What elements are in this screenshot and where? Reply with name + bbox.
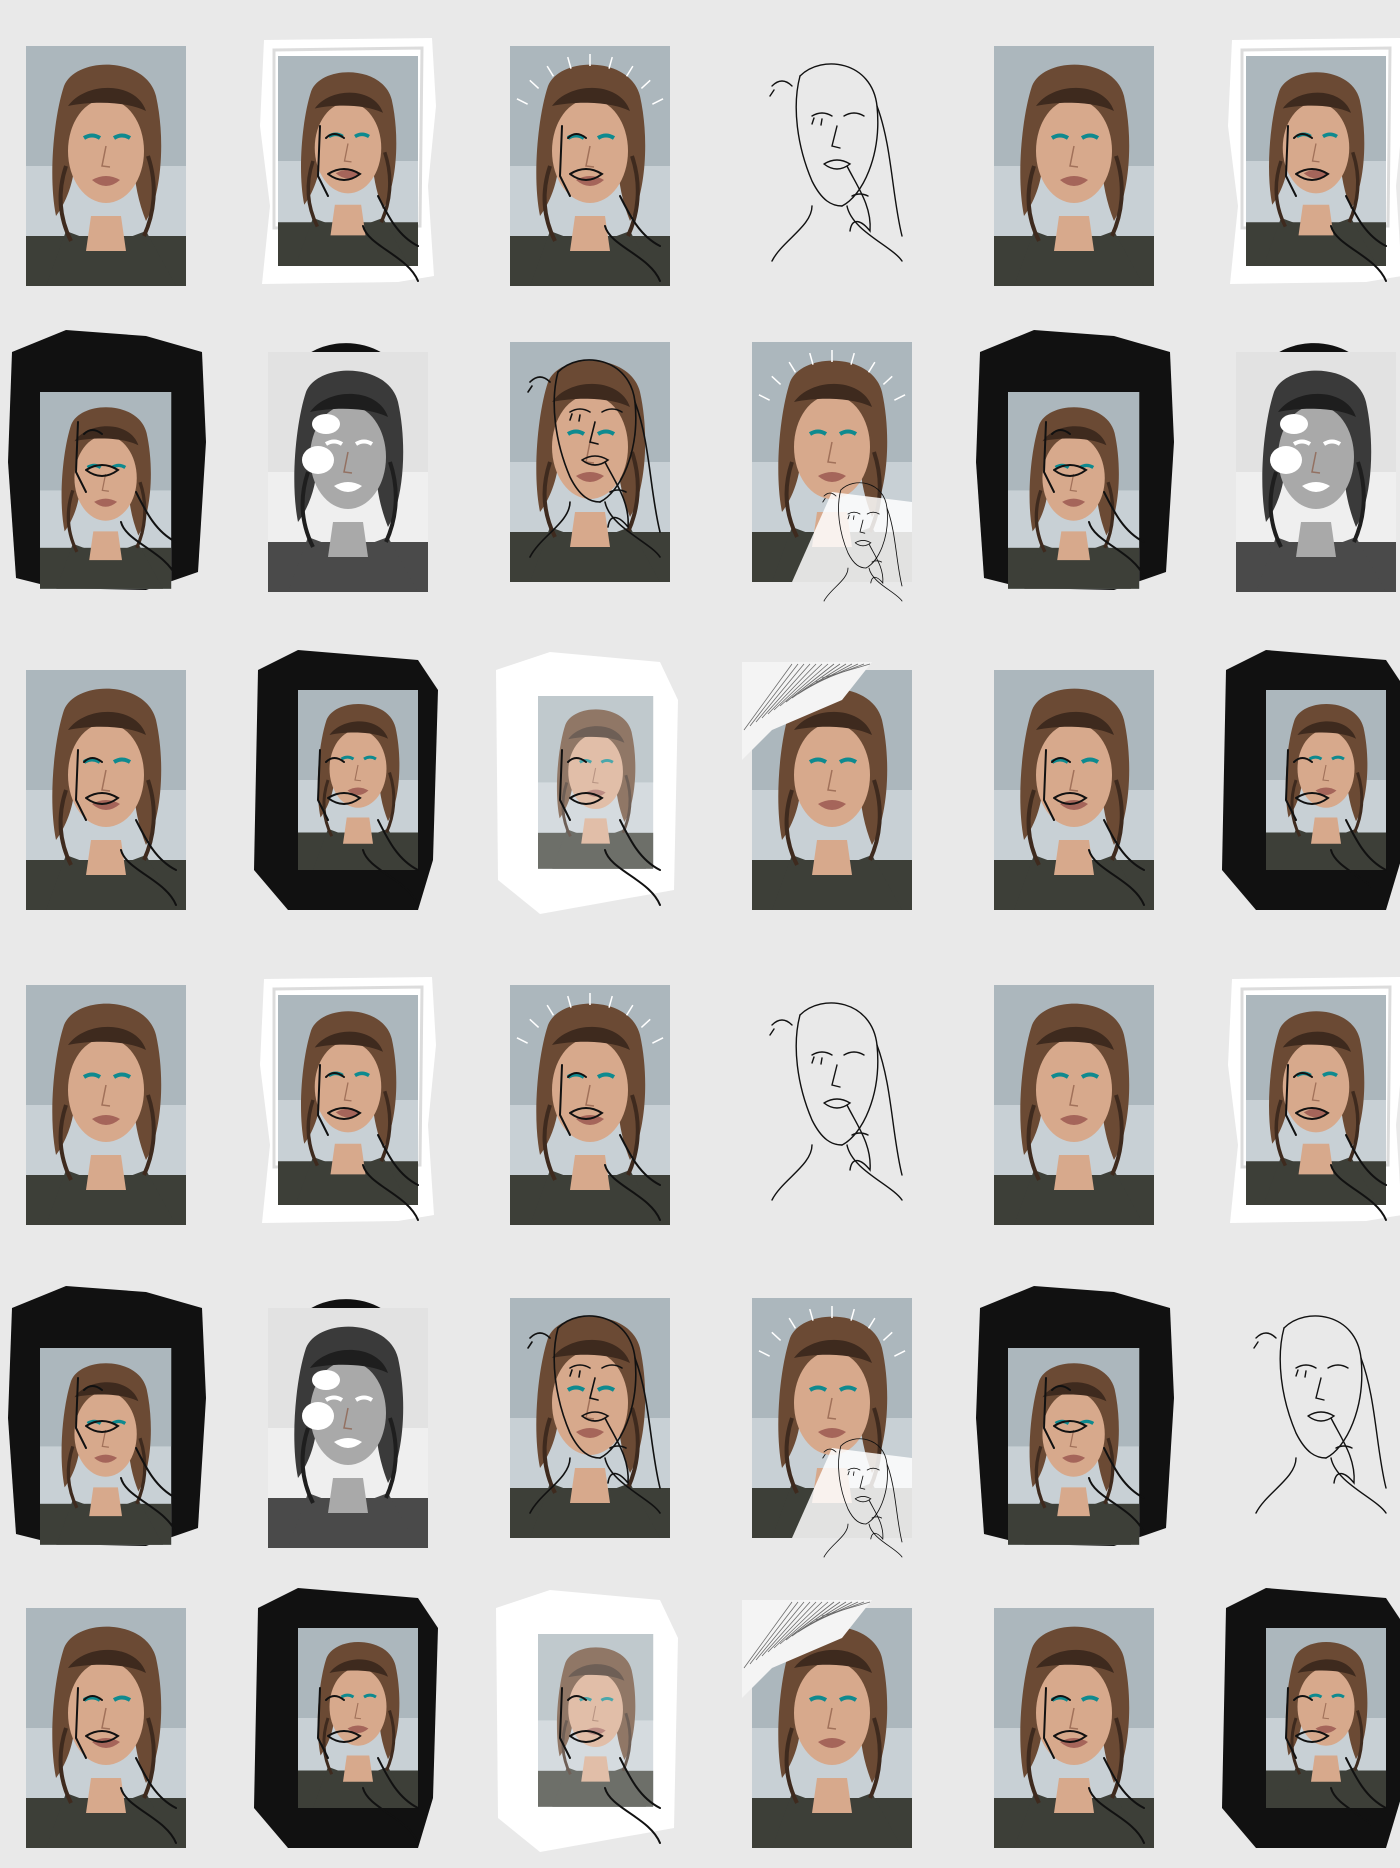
portrait-tile (260, 38, 436, 286)
portrait-artwork (254, 1588, 438, 1848)
portrait-artwork (769, 1002, 903, 1201)
portrait-artwork (510, 342, 670, 582)
portrait-artwork (260, 977, 436, 1223)
portrait-tile (254, 650, 438, 910)
portrait-tile (1228, 977, 1400, 1225)
portrait-tile (8, 1286, 206, 1546)
portrait-tile (976, 330, 1174, 590)
portrait-artwork (26, 985, 186, 1225)
portrait-tile (752, 46, 912, 286)
portrait-tile (1222, 1588, 1400, 1848)
portrait-artwork (268, 1299, 428, 1548)
portrait-artwork (1222, 650, 1400, 910)
portrait-tile (752, 985, 912, 1225)
portrait-tile (1236, 342, 1396, 592)
collage-grid (0, 0, 1400, 1868)
portrait-artwork (742, 662, 912, 910)
portrait-tile (752, 1298, 912, 1558)
portrait-artwork (26, 670, 186, 910)
portrait-tile (26, 46, 186, 286)
portrait-tile (742, 1600, 912, 1848)
portrait-tile (976, 1286, 1174, 1546)
portrait-artwork (1228, 38, 1400, 284)
portrait-artwork (752, 342, 912, 602)
portrait-tile (994, 46, 1154, 286)
portrait-tile (994, 670, 1154, 910)
portrait-tile (510, 46, 670, 286)
portrait-tile (254, 1588, 438, 1848)
portrait-tile (260, 977, 436, 1225)
portrait-artwork (994, 1608, 1154, 1848)
portrait-artwork (994, 985, 1154, 1225)
portrait-artwork (1236, 343, 1396, 592)
portrait-artwork (8, 1286, 206, 1546)
portrait-artwork (510, 985, 670, 1225)
portrait-artwork (742, 1600, 912, 1848)
portrait-artwork (254, 650, 438, 910)
portrait-artwork (496, 652, 678, 914)
portrait-tile (26, 1608, 186, 1848)
portrait-tile (1228, 38, 1400, 286)
portrait-tile (994, 985, 1154, 1225)
portrait-artwork (26, 46, 186, 286)
portrait-tile (496, 652, 678, 914)
portrait-artwork (510, 1298, 670, 1538)
portrait-artwork (994, 46, 1154, 286)
portrait-artwork (769, 63, 903, 262)
portrait-artwork (268, 343, 428, 592)
portrait-artwork (752, 1298, 912, 1558)
portrait-tile (994, 1608, 1154, 1848)
portrait-tile (510, 342, 670, 582)
portrait-artwork (976, 330, 1174, 590)
portrait-artwork (510, 46, 670, 286)
portrait-tile (26, 985, 186, 1225)
portrait-tile (510, 1298, 670, 1538)
portrait-tile (1222, 650, 1400, 910)
portrait-artwork (1253, 1315, 1387, 1514)
portrait-tile (268, 1298, 428, 1548)
portrait-artwork (8, 330, 206, 590)
portrait-artwork (260, 38, 436, 284)
portrait-tile (26, 670, 186, 910)
portrait-tile (742, 662, 912, 910)
portrait-tile (752, 342, 912, 602)
portrait-tile (496, 1590, 678, 1852)
portrait-tile (510, 985, 670, 1225)
portrait-artwork (1228, 977, 1400, 1223)
portrait-artwork (496, 1590, 678, 1852)
portrait-tile (1236, 1298, 1396, 1538)
portrait-artwork (1222, 1588, 1400, 1848)
portrait-artwork (976, 1286, 1174, 1546)
portrait-tile (268, 342, 428, 592)
portrait-artwork (26, 1608, 186, 1848)
portrait-artwork (994, 670, 1154, 910)
portrait-tile (8, 330, 206, 590)
